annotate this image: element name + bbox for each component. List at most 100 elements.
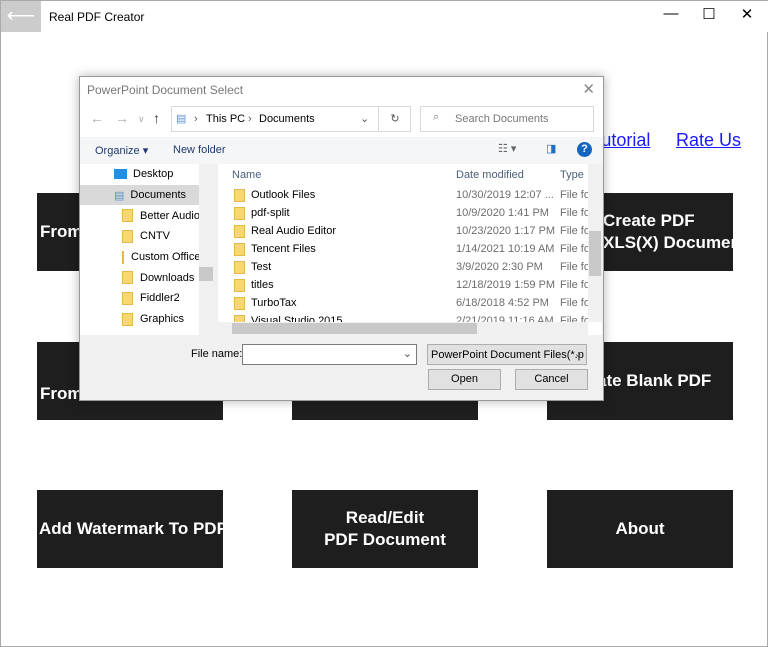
tile-label: XLS(X) Document — [603, 233, 733, 252]
file-type: File folder — [560, 279, 588, 291]
breadcrumb-this-pc[interactable]: This PC — [206, 113, 245, 125]
refresh-icon[interactable]: ↻ — [378, 107, 411, 131]
address-bar[interactable]: ▤ › This PC › Documents ⌄ ↻ — [171, 106, 411, 132]
cancel-button[interactable]: Cancel — [515, 369, 588, 390]
tree-scrollbar[interactable] — [199, 164, 213, 335]
file-row[interactable]: Tencent Files 1/14/2021 10:19 AM File fo… — [218, 240, 588, 258]
tile-label: Create PDF — [603, 211, 695, 230]
tile-label: From — [40, 222, 83, 241]
list-horizontal-scrollbar[interactable] — [218, 322, 588, 335]
tile-label: Read/Edit — [345, 508, 425, 527]
tile-label: PDF Document — [324, 530, 446, 549]
file-row[interactable]: Test 3/9/2020 2:30 PM File folder — [218, 258, 588, 276]
tile-label: About — [615, 519, 665, 538]
preview-pane-icon[interactable]: ◨ — [546, 142, 556, 155]
forward-arrow-icon[interactable]: → — [115, 110, 129, 126]
new-folder-button[interactable]: New folder — [173, 144, 226, 156]
tile-add-watermark[interactable]: Add Watermark To PDF — [37, 490, 223, 568]
tile-read-edit-pdf[interactable]: Read/Edit PDF Document — [292, 490, 478, 568]
address-dropdown-icon[interactable]: ⌄ — [360, 112, 369, 125]
folder-icon — [122, 250, 124, 264]
file-name-label: File name: — [191, 348, 243, 360]
chevron-down-icon: ⌄ — [573, 348, 583, 360]
file-name: pdf-split — [251, 207, 290, 219]
folder-icon — [234, 242, 245, 256]
close-button[interactable]: ✕ — [732, 5, 762, 23]
view-options-icon[interactable]: ☷ ▾ — [498, 142, 516, 155]
file-row[interactable]: titles 12/18/2019 1:59 PM File folder — [218, 276, 588, 294]
file-date: 12/18/2019 1:59 PM — [456, 279, 556, 291]
file-date: 1/14/2021 10:19 AM — [456, 243, 555, 255]
column-type[interactable]: Type — [560, 169, 584, 181]
folder-icon — [234, 224, 245, 238]
list-header: Name Date modified Type — [218, 164, 588, 184]
file-type-select[interactable]: PowerPoint Document Files(*.p ⌄ — [427, 344, 587, 365]
open-button[interactable]: Open — [428, 369, 501, 390]
tree-label: CNTV — [140, 230, 170, 243]
tree-item[interactable]: Fiddler2 — [80, 288, 213, 309]
file-date: 10/23/2020 1:17 PM — [456, 225, 556, 237]
tree-item[interactable]: Custom Office — [80, 247, 200, 268]
minimize-button[interactable]: — — [656, 5, 686, 22]
file-date: 3/9/2020 2:30 PM — [456, 261, 543, 273]
recent-chevron-icon[interactable]: ∨ — [138, 114, 145, 125]
tree-label: Fiddler2 — [140, 292, 180, 305]
tree-label: Desktop — [133, 168, 174, 181]
rate-us-link[interactable]: Rate Us — [676, 130, 741, 151]
file-name: TurboTax — [251, 297, 297, 309]
file-list: Name Date modified Type Outlook Files 10… — [218, 164, 602, 335]
documents-icon: ▤ — [114, 189, 125, 202]
column-name[interactable]: Name — [232, 169, 261, 181]
column-date[interactable]: Date modified — [456, 169, 524, 181]
file-date: 6/18/2018 4:52 PM — [456, 297, 549, 309]
file-name: titles — [251, 279, 274, 291]
tile-about[interactable]: About — [547, 490, 733, 568]
file-type: File folder — [560, 189, 588, 201]
search-input[interactable]: ⌕ Search Documents — [420, 106, 594, 132]
folder-icon — [234, 206, 245, 220]
search-placeholder: Search Documents — [455, 113, 549, 125]
file-row[interactable]: Real Audio Editor 10/23/2020 1:17 PM Fil… — [218, 222, 588, 240]
folder-icon — [234, 296, 245, 310]
dialog-close-icon[interactable]: ✕ — [582, 80, 595, 98]
tree-item-documents[interactable]: ▤ Documents — [80, 184, 200, 206]
documents-icon: ▤ — [176, 113, 187, 125]
organize-button[interactable]: Organize ▾ — [95, 144, 148, 157]
up-arrow-icon[interactable]: ↑ — [153, 110, 160, 126]
file-name: Tencent Files — [251, 243, 316, 255]
help-icon[interactable]: ? — [577, 142, 592, 157]
tree-item-desktop[interactable]: Desktop — [80, 164, 213, 185]
folder-icon — [122, 229, 133, 243]
maximize-button[interactable]: ☐ — [694, 5, 724, 23]
folder-icon — [122, 271, 133, 285]
file-name: Test — [251, 261, 272, 273]
file-type: File folder — [560, 297, 588, 309]
file-date: 10/30/2019 12:07 ... — [456, 189, 554, 201]
file-row[interactable]: TurboTax 6/18/2018 4:52 PM File folder — [218, 294, 588, 312]
chevron-down-icon[interactable]: ⌄ — [403, 347, 412, 360]
tree-item[interactable]: Better Audio — [80, 205, 213, 226]
file-type: File folder — [560, 207, 588, 219]
tree-label: Downloads — [140, 271, 195, 284]
folder-icon — [122, 291, 133, 305]
tree-label: Better Audio — [140, 209, 200, 222]
file-row[interactable]: Outlook Files 10/30/2019 12:07 ... File … — [218, 186, 588, 204]
file-type: File folder — [560, 261, 588, 273]
back-arrow-icon[interactable]: ← — [90, 110, 104, 126]
dialog-toolbar: Organize ▾ New folder ☷ ▾ ◨ ? — [80, 137, 603, 164]
folder-icon — [234, 278, 245, 292]
file-name: Outlook Files — [251, 189, 316, 201]
back-button[interactable]: ⟵ — [1, 1, 41, 32]
navigation-tree: Desktop ▤ Documents Better Audio CNTV Cus… — [80, 164, 213, 335]
tile-label: From — [40, 384, 83, 403]
tree-item[interactable]: Downloads — [80, 267, 213, 288]
list-vertical-scrollbar[interactable] — [588, 164, 602, 322]
file-row[interactable]: pdf-split 10/9/2020 1:41 PM File folder — [218, 204, 588, 222]
file-name-input[interactable]: ⌄ — [242, 344, 417, 365]
tree-item[interactable]: CNTV — [80, 226, 213, 247]
folder-icon — [122, 312, 133, 326]
breadcrumb-documents[interactable]: Documents — [259, 113, 315, 125]
tree-item[interactable]: Graphics — [80, 309, 213, 330]
dialog-header: PowerPoint Document Select ✕ ← → ∨ ↑ ▤ ›… — [80, 77, 603, 137]
file-type: File folder — [560, 225, 588, 237]
